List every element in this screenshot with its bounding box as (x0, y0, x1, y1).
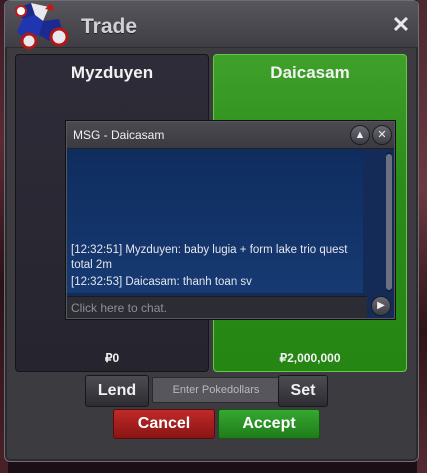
partner-player-name: Daicasam (270, 63, 350, 82)
my-player-name: Myzduyen (70, 63, 154, 82)
chat-scroll-thumb[interactable] (386, 154, 392, 290)
chat-title: MSG - Daicasam (73, 128, 165, 142)
minimize-icon[interactable]: ▲ (350, 125, 370, 145)
cancel-button[interactable]: Cancel (113, 409, 215, 439)
chat-log: [12:32:51] Myzduyen: baby lugia + form l… (67, 149, 363, 293)
pokeball-logo-icon (15, 3, 69, 50)
window-title: Trade (81, 15, 138, 38)
pokedollar-input[interactable]: Enter Pokedollars (152, 377, 280, 403)
chat-header[interactable]: MSG - Daicasam ▲ ✕ (67, 122, 394, 149)
set-button[interactable]: Set (278, 375, 328, 407)
chat-message: [12:32:53] Daicasam: thanh toan sv (71, 276, 252, 288)
close-icon[interactable]: ✕ (390, 14, 412, 36)
chat-input[interactable]: Click here to chat. (67, 296, 367, 318)
title-bar[interactable]: Trade ✕ (5, 1, 418, 50)
chat-close-icon[interactable]: ✕ (372, 125, 392, 145)
send-arrow-icon[interactable]: ▶ (371, 296, 391, 316)
my-offer-amount: ₽0 (104, 351, 120, 365)
chat-message: [12:32:51] Myzduyen: baby lugia + form l… (71, 244, 348, 271)
accept-button[interactable]: Accept (218, 409, 320, 439)
chat-scrollbar[interactable] (386, 152, 392, 292)
partner-offer-amount: ₽2,000,000 (279, 351, 341, 365)
lend-button[interactable]: Lend (85, 375, 149, 407)
chat-popup: MSG - Daicasam ▲ ✕ [12:32:51] Myzduyen: … (66, 121, 395, 319)
